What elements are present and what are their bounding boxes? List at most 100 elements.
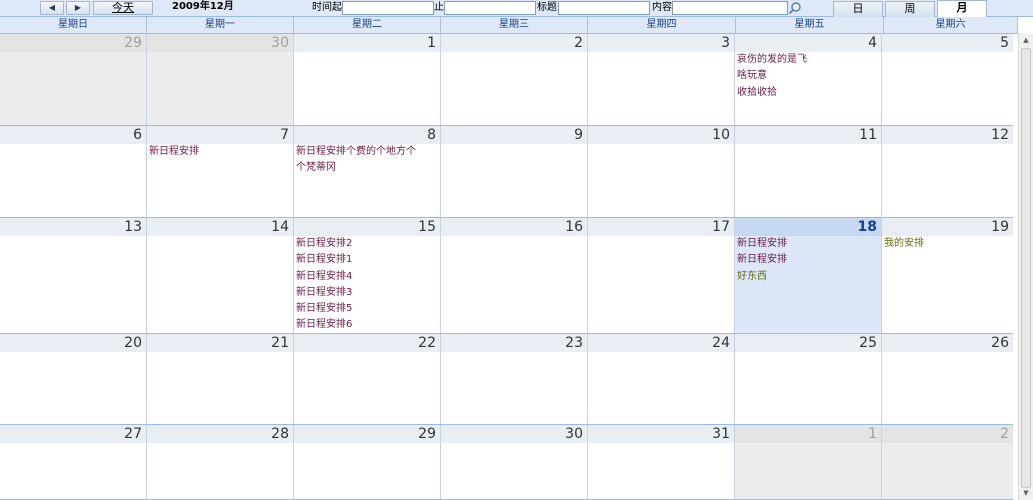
day-number[interactable]: 8: [294, 126, 440, 144]
calendar-event[interactable]: 新日程安排2: [294, 236, 440, 252]
day-cell[interactable]: 16: [441, 218, 588, 333]
day-cell[interactable]: 2: [441, 34, 588, 125]
day-number[interactable]: 11: [735, 126, 881, 144]
day-number[interactable]: 21: [147, 334, 293, 352]
day-number[interactable]: 5: [882, 34, 1013, 52]
day-number[interactable]: 30: [441, 425, 587, 443]
calendar-event[interactable]: 啥玩意: [735, 68, 881, 84]
day-cell[interactable]: 29: [294, 425, 441, 499]
day-cell[interactable]: 13: [0, 218, 147, 333]
day-number[interactable]: 25: [735, 334, 881, 352]
calendar-event[interactable]: 新日程安排4: [294, 269, 440, 285]
day-cell[interactable]: 26: [882, 334, 1013, 424]
day-cell[interactable]: 20: [0, 334, 147, 424]
calendar-event[interactable]: 新日程安排: [735, 236, 881, 252]
calendar-event[interactable]: 收拾收拾: [735, 85, 881, 101]
day-cell[interactable]: 29: [0, 34, 147, 125]
day-cell[interactable]: 18 新日程安排 新日程安排 好东西: [735, 218, 882, 333]
day-number[interactable]: 18: [735, 218, 881, 236]
content-input[interactable]: [672, 1, 788, 15]
day-cell[interactable]: 17: [588, 218, 735, 333]
scroll-down-icon[interactable]: ▼: [1021, 489, 1031, 499]
day-number[interactable]: 10: [588, 126, 734, 144]
day-number[interactable]: 4: [735, 34, 881, 52]
day-cell[interactable]: 1: [735, 425, 882, 499]
day-cell[interactable]: 25: [735, 334, 882, 424]
day-cell[interactable]: 10: [588, 126, 735, 217]
day-number[interactable]: 9: [441, 126, 587, 144]
day-number[interactable]: 14: [147, 218, 293, 236]
day-cell[interactable]: 4 哀伤的发的是飞 啥玩意 收拾收拾: [735, 34, 882, 125]
time-to-input[interactable]: [444, 1, 536, 15]
time-from-input[interactable]: [342, 1, 434, 15]
day-number[interactable]: 1: [294, 34, 440, 52]
calendar-event[interactable]: 新日程安排个费的个地方个个梵蒂冈: [294, 144, 420, 177]
tab-day[interactable]: 日: [833, 1, 883, 17]
day-cell[interactable]: 3: [588, 34, 735, 125]
day-cell[interactable]: 23: [441, 334, 588, 424]
day-number[interactable]: 7: [147, 126, 293, 144]
calendar-event[interactable]: 我的安排: [882, 236, 1013, 252]
day-number[interactable]: 29: [294, 425, 440, 443]
day-cell[interactable]: 1: [294, 34, 441, 125]
day-cell[interactable]: 27: [0, 425, 147, 499]
tab-week[interactable]: 周: [885, 1, 935, 17]
day-number[interactable]: 26: [882, 334, 1013, 352]
calendar-event[interactable]: 新日程安排6: [294, 317, 440, 333]
calendar-event[interactable]: 哀伤的发的是飞: [735, 52, 881, 68]
day-number[interactable]: 2: [882, 425, 1013, 443]
day-cell[interactable]: 8 新日程安排个费的个地方个个梵蒂冈: [294, 126, 441, 217]
day-cell[interactable]: 2: [882, 425, 1013, 499]
day-cell[interactable]: 9: [441, 126, 588, 217]
scroll-up-icon[interactable]: ▲: [1021, 36, 1031, 46]
day-number[interactable]: 22: [294, 334, 440, 352]
day-cell[interactable]: 15 新日程安排2 新日程安排1 新日程安排4 新日程安排3 新日程安排5 新日程安排6: [294, 218, 441, 333]
search-icon[interactable]: [788, 1, 802, 15]
day-number[interactable]: 31: [588, 425, 734, 443]
day-number[interactable]: 19: [882, 218, 1013, 236]
day-cell[interactable]: 30: [147, 34, 294, 125]
tab-month[interactable]: 月: [937, 0, 987, 18]
day-number[interactable]: 30: [147, 34, 293, 52]
day-cell[interactable]: 14: [147, 218, 294, 333]
day-number[interactable]: 13: [0, 218, 146, 236]
day-number[interactable]: 16: [441, 218, 587, 236]
day-cell[interactable]: 12: [882, 126, 1013, 217]
prev-month-button[interactable]: ◀: [40, 1, 64, 15]
day-cell[interactable]: 30: [441, 425, 588, 499]
day-cell[interactable]: 28: [147, 425, 294, 499]
day-cell[interactable]: 31: [588, 425, 735, 499]
calendar-event[interactable]: 新日程安排: [147, 144, 293, 160]
day-cell[interactable]: 19 我的安排: [882, 218, 1013, 333]
day-cell[interactable]: 22: [294, 334, 441, 424]
scrollbar-thumb[interactable]: [1021, 48, 1031, 488]
next-month-button[interactable]: ▶: [66, 1, 90, 15]
day-number[interactable]: 24: [588, 334, 734, 352]
calendar-event[interactable]: 新日程安排1: [294, 252, 440, 268]
day-number[interactable]: 2: [441, 34, 587, 52]
day-cell[interactable]: 24: [588, 334, 735, 424]
day-number[interactable]: 12: [882, 126, 1013, 144]
title-input[interactable]: [558, 1, 650, 15]
day-number[interactable]: 1: [735, 425, 881, 443]
vertical-scrollbar[interactable]: ▲ ▼: [1018, 34, 1033, 500]
day-cell[interactable]: 5: [882, 34, 1013, 125]
day-cell[interactable]: 7 新日程安排: [147, 126, 294, 217]
calendar-event[interactable]: 新日程安排: [735, 252, 881, 268]
today-button[interactable]: 今天: [93, 1, 153, 15]
day-cell[interactable]: 6: [0, 126, 147, 217]
day-number[interactable]: 28: [147, 425, 293, 443]
calendar-event[interactable]: 新日程安排3: [294, 285, 440, 301]
day-number[interactable]: 27: [0, 425, 146, 443]
day-number[interactable]: 20: [0, 334, 146, 352]
calendar-event[interactable]: 新日程安排5: [294, 301, 440, 317]
day-number[interactable]: 23: [441, 334, 587, 352]
day-number[interactable]: 3: [588, 34, 734, 52]
calendar-event[interactable]: 好东西: [735, 269, 881, 285]
day-cell[interactable]: 11: [735, 126, 882, 217]
day-cell[interactable]: 21: [147, 334, 294, 424]
day-number[interactable]: 15: [294, 218, 440, 236]
day-number[interactable]: 29: [0, 34, 146, 52]
day-number[interactable]: 6: [0, 126, 146, 144]
day-number[interactable]: 17: [588, 218, 734, 236]
